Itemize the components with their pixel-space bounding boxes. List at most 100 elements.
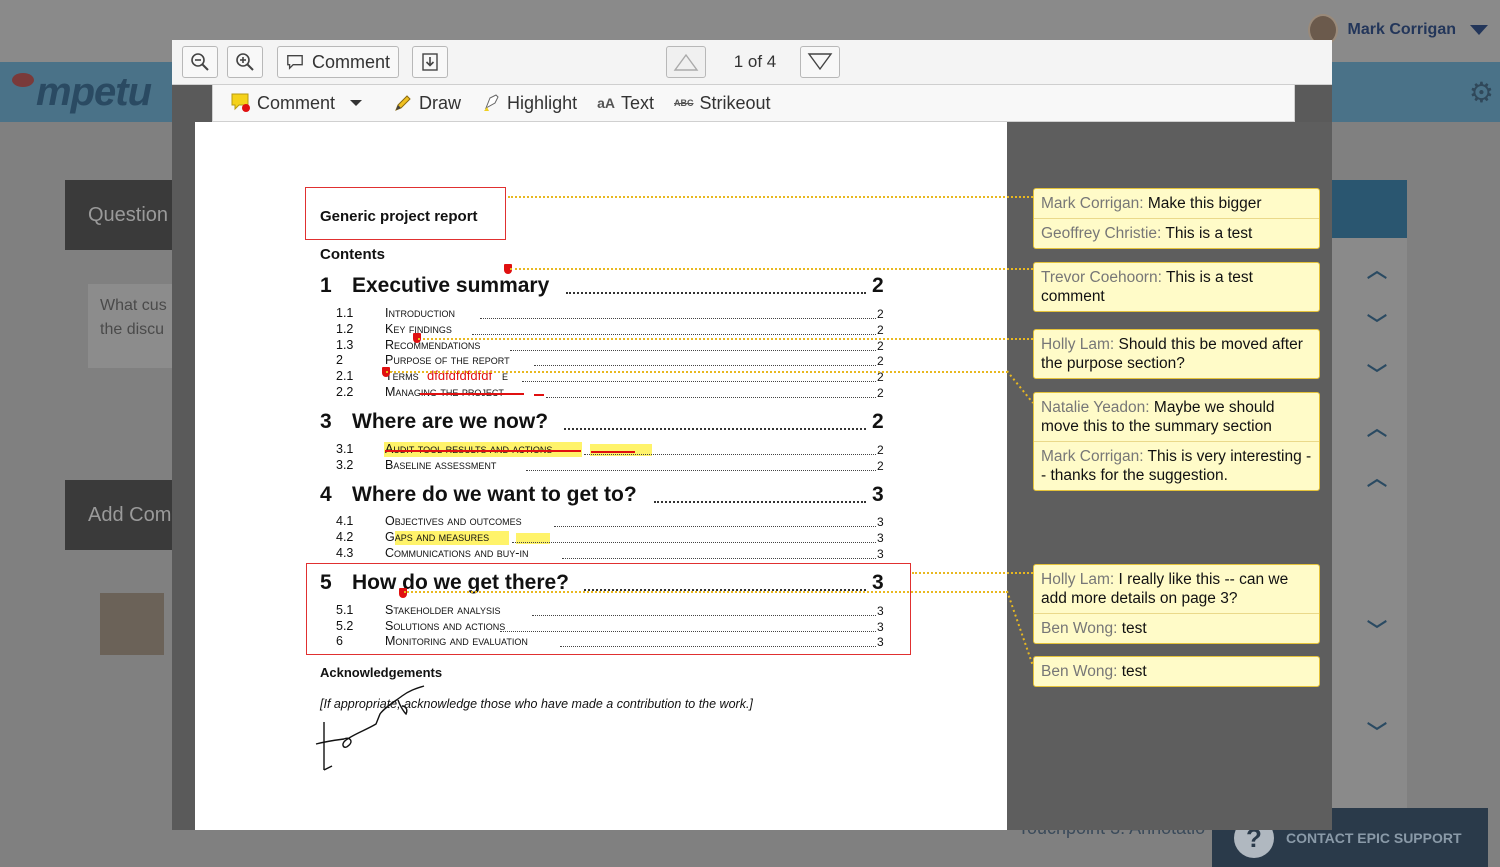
toc-sub-number: 4.1 <box>336 514 354 528</box>
toc-section-title: Executive summary <box>352 274 550 297</box>
toc-sub-number: 3.2 <box>336 458 354 472</box>
comment-button[interactable]: Comment <box>277 46 399 78</box>
toc-page: 3 <box>877 547 884 561</box>
toc-sub-title: Recommendations <box>385 338 481 352</box>
comment-thread[interactable]: Natalie Yeadon: Maybe we should move thi… <box>1033 392 1320 491</box>
comment-thread[interactable]: Trevor Coehoorn: This is a test comment <box>1033 262 1320 312</box>
chevron-down-icon[interactable]: ﹀ <box>1366 358 1388 386</box>
toc-sub-title: Baseline assessment <box>385 458 497 472</box>
draw-tool[interactable]: Draw <box>393 93 461 114</box>
comment-connector <box>508 196 1033 198</box>
text-tool-icon: aA <box>597 95 615 111</box>
toc-page: 3 <box>877 515 884 529</box>
speech-bubble-icon <box>287 55 303 70</box>
toc-leader <box>480 318 876 319</box>
toc-leader <box>512 542 876 543</box>
chevron-down-icon[interactable]: ﹀ <box>1366 308 1388 336</box>
toc-sub-title: Objectives and outcomes <box>385 514 522 528</box>
strikeout-mark[interactable] <box>420 393 524 395</box>
toc-sub-number: 4.3 <box>336 546 354 560</box>
strikeout-tool-icon: ABC <box>674 98 694 108</box>
highlighter-icon <box>484 94 499 111</box>
toc-sub-title: Gaps and measures <box>385 530 490 544</box>
right-panel-header <box>1332 180 1407 238</box>
chevron-down-icon[interactable]: ﹀ <box>1366 716 1388 744</box>
previous-page-button[interactable] <box>666 46 706 78</box>
toc-page: 3 <box>877 620 884 634</box>
comment-thread[interactable]: Mark Corrigan: Make this bigger Geoffrey… <box>1033 188 1320 249</box>
strikeout-mark[interactable] <box>385 450 581 452</box>
comment-thread[interactable]: Holly Lam: I really like this -- can we … <box>1033 564 1320 644</box>
toc-leader <box>546 397 876 398</box>
strikeout-tool[interactable]: ABC Strikeout <box>674 93 771 114</box>
gear-icon[interactable]: ⚙ <box>1469 76 1494 109</box>
toc-sub-number: 1.1 <box>336 306 354 320</box>
comment-connector <box>510 268 1033 270</box>
add-comment-tab[interactable]: Add Com <box>65 480 175 550</box>
toc-leader <box>472 334 876 335</box>
toc-leader <box>532 615 876 616</box>
toc-leader <box>554 526 876 527</box>
chevron-down-icon[interactable]: ﹀ <box>1366 614 1388 642</box>
comment-entry: Trevor Coehoorn: This is a test comment <box>1041 269 1253 305</box>
toc-sub-title: Communications and buy-in <box>385 546 529 560</box>
comment-connector <box>912 572 1033 574</box>
user-menu[interactable]: Mark Corrigan <box>1307 14 1488 46</box>
toc-page: 2 <box>872 410 884 433</box>
toc-page: 2 <box>877 386 884 400</box>
toc-sub-number: 2.2 <box>336 385 354 399</box>
toc-sub-number: 4.2 <box>336 530 354 544</box>
comment-tool[interactable]: Comment <box>231 93 363 114</box>
toc-sub-number: 3.1 <box>336 442 354 456</box>
toc-section-number: 3 <box>320 410 332 433</box>
toc-page: 2 <box>877 459 884 473</box>
download-icon <box>422 53 438 71</box>
caret-down-icon[interactable] <box>349 98 363 108</box>
zoom-in-icon <box>236 53 254 71</box>
annotation-toolbar: Comment Draw Highlight aA Text ABC Strik… <box>212 85 1295 122</box>
text-tool[interactable]: aA Text <box>597 93 654 114</box>
user-name: Mark Corrigan <box>1347 21 1456 38</box>
toc-page: 3 <box>877 604 884 618</box>
question-tab[interactable]: Question <box>65 180 175 250</box>
strikeout-mark[interactable] <box>534 394 544 396</box>
triangle-down-icon <box>807 53 833 71</box>
strikeout-mark[interactable] <box>591 451 635 453</box>
zoom-in-button[interactable] <box>227 46 263 78</box>
download-button[interactable] <box>412 46 448 78</box>
chevron-up-icon[interactable]: ︿ <box>1366 254 1388 282</box>
toc-sub-number: 5.2 <box>336 619 354 633</box>
toc-page: 2 <box>877 443 884 457</box>
toc-page: 2 <box>872 274 884 297</box>
toc-leader <box>526 470 876 471</box>
toc-leader <box>654 501 866 503</box>
comment-entry: Mark Corrigan: This is very interesting … <box>1034 441 1319 490</box>
toc-sub-title: Purpose of the report <box>385 353 510 367</box>
chevron-down-icon <box>1470 25 1488 35</box>
toc-sub-title: Monitoring and evaluation <box>385 634 528 648</box>
comment-connector-diagonal <box>1006 590 1034 667</box>
acknowledgements-heading: Acknowledgements <box>320 665 443 680</box>
toc-section-title: Where are we now? <box>352 410 549 433</box>
toc-section-number: 4 <box>320 483 332 506</box>
comment-thread[interactable]: Holly Lam: Should this be moved after th… <box>1033 329 1320 379</box>
zoom-out-icon <box>191 53 209 71</box>
chevron-up-icon[interactable]: ︿ <box>1366 462 1388 490</box>
comment-thread[interactable]: Ben Wong: test <box>1033 656 1320 687</box>
freehand-drawing[interactable] <box>310 684 440 776</box>
toc-page: 2 <box>877 323 884 337</box>
next-page-button[interactable] <box>800 46 840 78</box>
comment-pin-icon[interactable] <box>399 588 407 598</box>
chevron-up-icon[interactable]: ︿ <box>1366 412 1388 440</box>
toc-leader <box>510 350 876 351</box>
question-text: What cus the discu <box>88 284 174 368</box>
toc-sub-title: Introduction <box>385 306 455 320</box>
app-logo: mpetu <box>12 70 152 115</box>
toc-leader <box>500 631 876 632</box>
triangle-up-icon <box>673 53 699 71</box>
toc-sub-number: 1.3 <box>336 338 354 352</box>
zoom-out-button[interactable] <box>182 46 218 78</box>
highlight-tool[interactable]: Highlight <box>481 93 577 114</box>
commenter-avatar <box>100 593 164 655</box>
comment-entry: Natalie Yeadon: Maybe we should move thi… <box>1041 399 1275 435</box>
